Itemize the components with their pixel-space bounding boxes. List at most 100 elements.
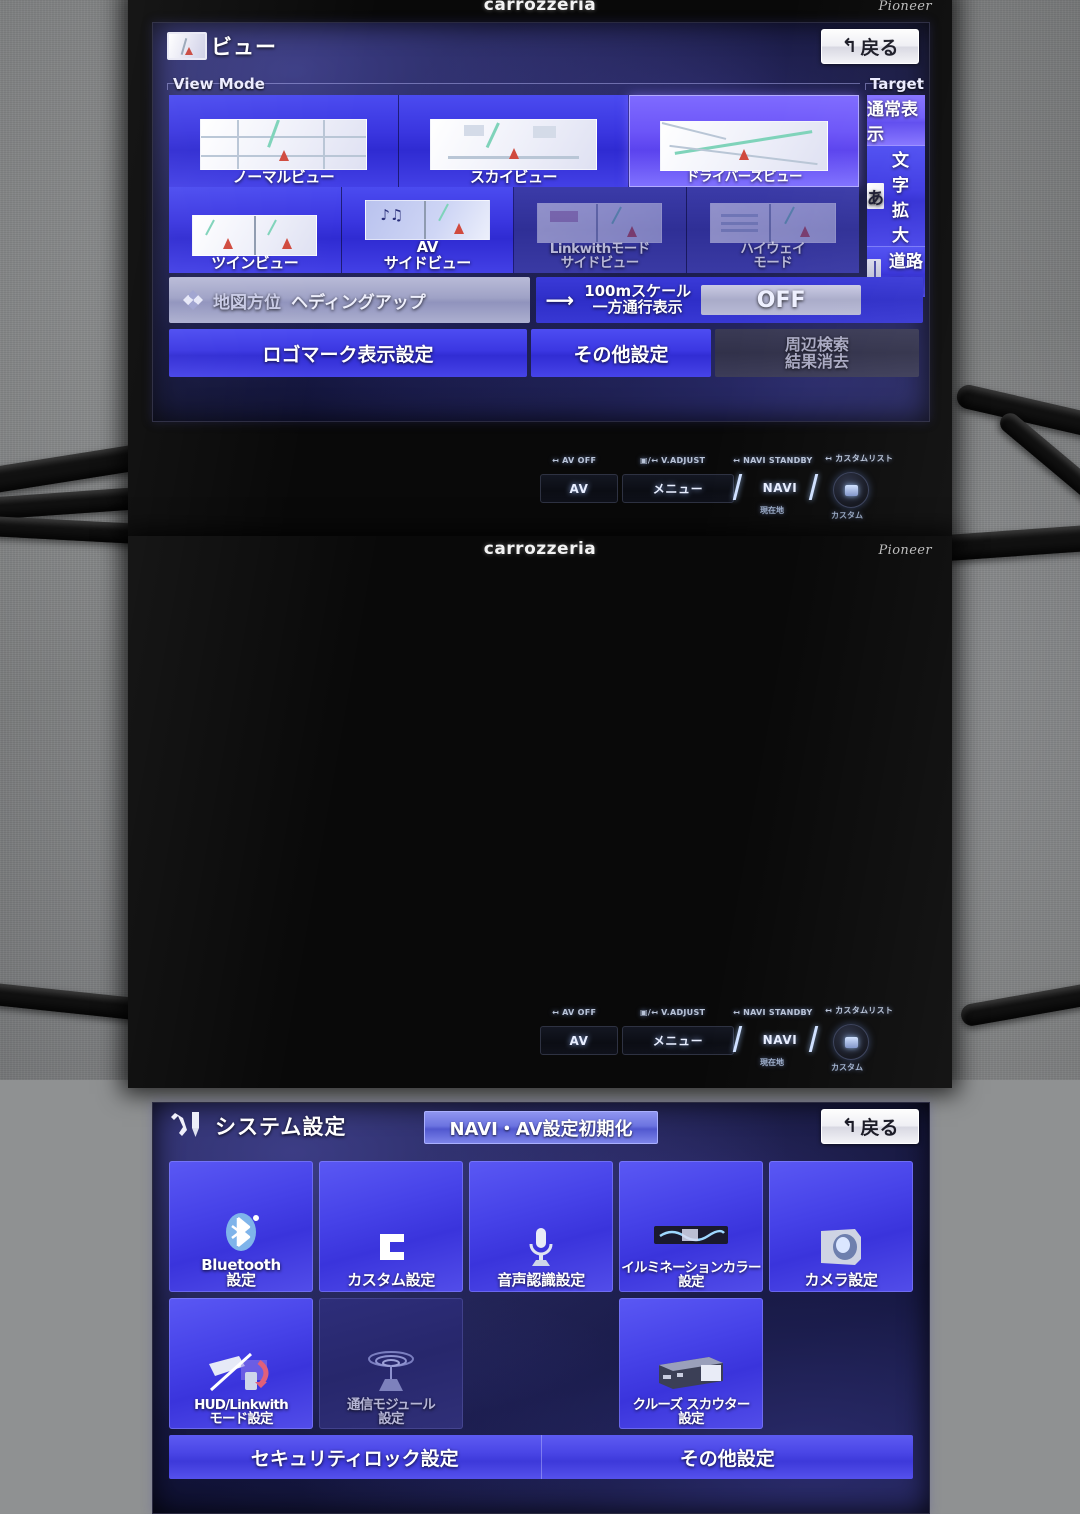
hw-sublabel-custom: カスタム	[831, 511, 863, 520]
carrozzeria-logo: carrozzeria	[483, 0, 597, 15]
view-mode-sky[interactable]: スカイビュー	[399, 95, 629, 187]
back-arrow-icon: ↰	[841, 1115, 858, 1137]
hw-label-v-adjust: ▣/↤ V.ADJUST	[640, 1008, 706, 1017]
custom-c-icon	[368, 1222, 414, 1272]
camera-icon	[815, 1222, 867, 1272]
tile-cruise-scouter-settings[interactable]: クルーズ スカウター 設定	[619, 1298, 763, 1429]
av-side-view-thumb: ♪♫	[364, 199, 490, 241]
arrow-right-icon: ⟶	[545, 288, 575, 312]
target-map-label: 文字拡大	[892, 151, 909, 246]
target-map-normal[interactable]: 通常表示	[867, 95, 925, 146]
navi-av-reset-button[interactable]: NAVI・AV設定初期化	[424, 1111, 658, 1144]
middle-control-row: 地図方位 ヘディングアップ ⟶ 100mスケール 一方通行表示 OFF	[169, 277, 923, 323]
comm-module-icon	[361, 1347, 421, 1397]
tile-illumination-color-settings[interactable]: イルミネーションカラー 設定	[619, 1161, 763, 1292]
normal-view-thumb	[200, 119, 367, 170]
sky-view-thumb	[430, 119, 597, 170]
title-bar: ビュー ↰ 戻る	[153, 23, 929, 67]
button-label: その他設定	[679, 1447, 775, 1470]
scale-oneway-value[interactable]: OFF	[701, 285, 862, 315]
view-mode-group-border	[167, 83, 860, 90]
lcd-screen-view: ビュー ↰ 戻る View Mode ノーマルビュー スカイビュー ドライバーズ…	[152, 22, 930, 422]
map-orientation-label: 地図方位	[213, 292, 281, 313]
system-bottom-bar: セキュリティロック設定 その他設定	[169, 1435, 913, 1479]
view-mode-label: スカイビュー	[469, 167, 558, 186]
hw-label-av-off: ↤ AV OFF	[552, 456, 597, 465]
cruise-scouter-icon	[653, 1347, 729, 1397]
button-label: 周辺検索 結果消去	[784, 334, 849, 371]
head-unit-bottom: carrozzeria Pioneer システム設定 NAVI・AV設定初期化 …	[128, 536, 952, 1514]
hud-linkwith-icon	[205, 1347, 277, 1397]
tile-empty-slot	[769, 1298, 913, 1429]
hw-key-menu[interactable]: メニュー	[622, 474, 734, 503]
hw-key-av[interactable]: AV	[540, 1026, 618, 1055]
back-button[interactable]: ↰ 戻る	[821, 29, 919, 64]
tile-label: 通信モジュール 設定	[347, 1396, 436, 1427]
scale-oneway-button[interactable]: ⟶ 100mスケール 一方通行表示 OFF	[535, 277, 923, 323]
view-mode-linkwith-side[interactable]: Linkwithモード サイドビュー	[514, 187, 687, 273]
hardware-button-bar: ↤ AV OFF ▣/↤ V.ADJUST ↤ NAVI STANDBY ↤ カ…	[128, 1002, 952, 1082]
lcd-screen-system-settings: システム設定 NAVI・AV設定初期化 ↰ 戻る Bluetooth 設定 カス…	[152, 1102, 930, 1514]
map-orientation-value: ヘディングアップ	[291, 292, 426, 313]
brand-bar: carrozzeria Pioneer	[128, 536, 952, 564]
tile-hud-linkwith-mode-settings[interactable]: HUD/Linkwith モード設定	[169, 1298, 313, 1429]
map-orientation-button[interactable]: 地図方位 ヘディングアップ	[169, 277, 530, 323]
pioneer-logo: Pioneer	[878, 0, 932, 14]
button-label: セキュリティロック設定	[250, 1447, 459, 1470]
hw-slash-left	[732, 474, 743, 500]
reset-button-label: NAVI・AV設定初期化	[449, 1118, 633, 1140]
hardware-button-bar: ↤ AV OFF ▣/↤ V.ADJUST ↤ NAVI STANDBY ↤ カ…	[128, 450, 952, 530]
logo-mark-display-setting-button[interactable]: ロゴマーク表示設定	[169, 329, 527, 377]
carrozzeria-logo: carrozzeria	[483, 539, 597, 559]
hw-sublabel-current-location: 現在地	[760, 1058, 784, 1067]
view-mode-drivers[interactable]: ドライバーズビュー	[629, 95, 859, 187]
tile-empty-slot	[469, 1298, 613, 1429]
hw-label-av-off: ↤ AV OFF	[552, 1008, 597, 1017]
hw-key-navi[interactable]: NAVI	[744, 1026, 816, 1053]
other-settings-button[interactable]: その他設定	[542, 1435, 914, 1479]
hw-key-av[interactable]: AV	[540, 474, 618, 503]
view-mode-normal[interactable]: ノーマルビュー	[169, 95, 399, 187]
security-lock-settings-button[interactable]: セキュリティロック設定	[169, 1435, 541, 1479]
title-bar: システム設定 NAVI・AV設定初期化 ↰ 戻る	[153, 1103, 929, 1147]
back-button-label: 戻る	[860, 37, 899, 59]
other-settings-button[interactable]: その他設定	[531, 329, 711, 377]
tile-label: カメラ設定	[804, 1271, 878, 1290]
compass-icon	[183, 290, 203, 310]
clear-nearby-search-results-button[interactable]: 周辺検索 結果消去	[715, 329, 919, 377]
view-mode-highway[interactable]: ハイウェイ モード	[686, 187, 859, 273]
custom-dial-icon[interactable]	[833, 472, 869, 508]
page-title: システム設定	[215, 1115, 347, 1139]
target-map-list: 通常表示 あ 文字拡大 道路重視	[867, 95, 925, 297]
tile-label: HUD/Linkwith モード設定	[194, 1396, 289, 1427]
view-mode-twin[interactable]: ツインビュー	[169, 187, 342, 273]
view-mode-label: ノーマルビュー	[232, 167, 335, 186]
brand-bar: carrozzeria Pioneer	[128, 0, 952, 20]
linkwith-side-view-thumb	[537, 202, 663, 244]
back-button[interactable]: ↰ 戻る	[821, 1109, 919, 1144]
hw-key-menu[interactable]: メニュー	[622, 1026, 734, 1055]
tile-bluetooth-settings[interactable]: Bluetooth 設定	[169, 1161, 313, 1292]
hw-sublabel-custom: カスタム	[831, 1063, 863, 1072]
view-mode-group-label: View Mode	[173, 75, 265, 93]
tile-camera-settings[interactable]: カメラ設定	[769, 1161, 913, 1292]
view-mode-av-side[interactable]: ♪♫ AV サイドビュー	[341, 187, 514, 273]
drivers-view-thumb	[660, 120, 828, 172]
view-mode-label: ハイウェイ モード	[740, 241, 806, 272]
view-mode-label: ドライバーズビュー	[685, 169, 803, 186]
tile-label: Bluetooth 設定	[201, 1255, 281, 1290]
hw-label-navi-standby: ↤ NAVI STANDBY	[733, 456, 813, 465]
button-label: その他設定	[573, 343, 669, 366]
hw-label-custom-list: ↤ カスタムリスト	[825, 1006, 894, 1015]
tile-voice-recognition-settings[interactable]: 音声認識設定	[469, 1161, 613, 1292]
tile-custom-settings[interactable]: カスタム設定	[319, 1161, 463, 1292]
target-map-text-enlarge[interactable]: あ 文字拡大	[867, 146, 925, 247]
illumination-color-icon	[652, 1210, 730, 1260]
wrench-screwdriver-icon	[171, 1112, 199, 1137]
head-unit-top: carrozzeria Pioneer ビュー ↰ 戻る View Mode ノ…	[128, 0, 952, 536]
button-label: ロゴマーク表示設定	[262, 343, 434, 366]
view-mode-label: ツインビュー	[211, 253, 299, 272]
tile-comm-module-settings[interactable]: 通信モジュール 設定	[319, 1298, 463, 1429]
custom-dial-icon[interactable]	[833, 1024, 869, 1060]
hw-key-navi[interactable]: NAVI	[744, 474, 816, 501]
